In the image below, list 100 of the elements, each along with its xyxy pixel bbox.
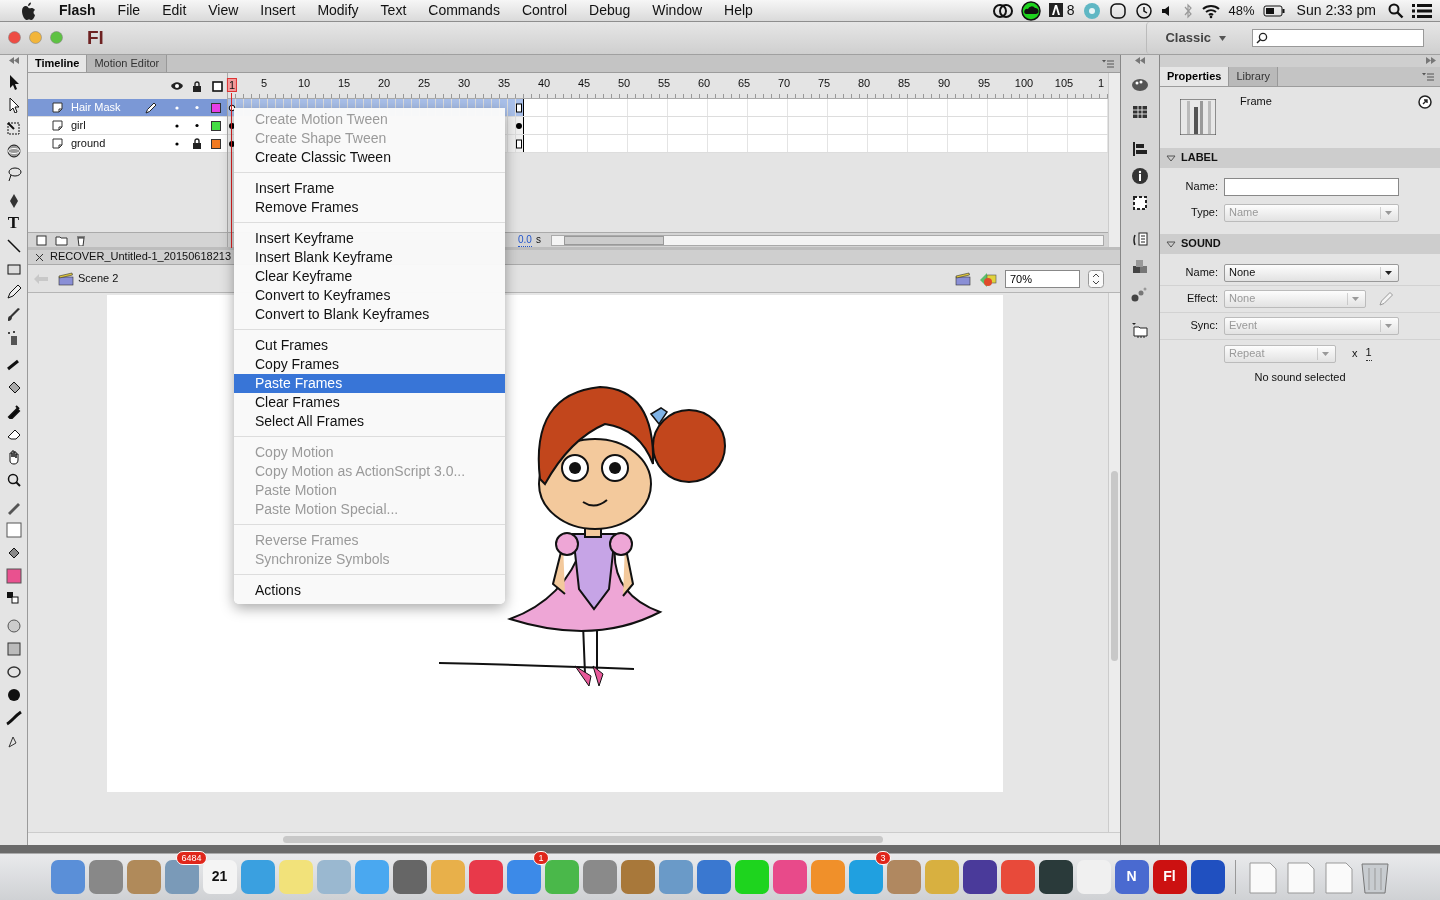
- app-icon[interactable]: [1190, 859, 1225, 894]
- layer-name[interactable]: ground: [71, 136, 167, 151]
- lock-icon[interactable]: [192, 80, 202, 92]
- menu-item[interactable]: Actions: [234, 581, 505, 600]
- app-icon[interactable]: N: [1114, 859, 1149, 894]
- close-button[interactable]: [8, 31, 21, 45]
- menu-item[interactable]: Clear Frames: [234, 393, 505, 412]
- bluetooth-icon[interactable]: [1182, 2, 1193, 19]
- menu-item[interactable]: Window: [641, 2, 714, 19]
- menu-item[interactable]: Create Classic Tween: [234, 148, 505, 167]
- menu-item[interactable]: Flash: [48, 2, 107, 19]
- collapse-icon[interactable]: [1135, 57, 1145, 64]
- transform-icon[interactable]: [5, 120, 22, 136]
- align-icon[interactable]: [1131, 140, 1149, 158]
- menu-item[interactable]: File: [106, 2, 152, 19]
- elapsed-time[interactable]: 0.0: [518, 233, 532, 247]
- menu-item[interactable]: Convert to Blank Keyframes: [234, 305, 505, 324]
- lasso-icon[interactable]: [5, 166, 22, 182]
- stage-scrollbar[interactable]: [28, 832, 1120, 845]
- sphere-icon[interactable]: [5, 143, 22, 159]
- menu-item[interactable]: View: [197, 2, 250, 19]
- menu-item[interactable]: Insert Blank Keyframe: [234, 248, 505, 267]
- panel-tab[interactable]: Motion Editor: [87, 55, 168, 72]
- menu-item[interactable]: Edit: [151, 2, 198, 19]
- playhead[interactable]: 1: [226, 78, 238, 92]
- menu-item[interactable]: Debug: [578, 2, 642, 19]
- search-icon[interactable]: [1388, 2, 1404, 19]
- straighten-icon[interactable]: [5, 664, 22, 680]
- zoom-icon[interactable]: [5, 472, 22, 488]
- menu-item[interactable]: Convert to Keyframes: [234, 286, 505, 305]
- brush-icon[interactable]: [5, 710, 22, 726]
- panel-tab[interactable]: Timeline: [28, 55, 88, 72]
- transform-icon[interactable]: [1131, 194, 1149, 212]
- swap-colors-icon[interactable]: [5, 591, 22, 607]
- menu-item[interactable]: Text: [369, 2, 418, 19]
- new-layer-icon[interactable]: [36, 234, 47, 246]
- search-field[interactable]: [1252, 29, 1424, 47]
- close-icon[interactable]: [36, 253, 43, 261]
- outline-icon[interactable]: [212, 80, 223, 92]
- menu-item[interactable]: Insert Frame: [234, 179, 505, 198]
- panel-tab[interactable]: Library: [1229, 67, 1279, 86]
- info-icon[interactable]: [1131, 167, 1149, 185]
- end-frame-marker[interactable]: [515, 139, 523, 149]
- rectangle-icon[interactable]: [5, 261, 22, 277]
- panel-tab[interactable]: Properties: [1160, 67, 1230, 86]
- menu-item[interactable]: Remove Frames: [234, 198, 505, 217]
- app-icon[interactable]: [392, 859, 427, 894]
- app-icon[interactable]: 21: [202, 859, 237, 894]
- section-header[interactable]: SOUND: [1160, 234, 1440, 254]
- pencil-icon[interactable]: [5, 284, 22, 300]
- stage-scrollbar[interactable]: [1108, 293, 1120, 832]
- stroke-swatch-icon[interactable]: [5, 522, 22, 538]
- clapperboard-icon[interactable]: [955, 271, 971, 286]
- trash-icon[interactable]: [76, 234, 86, 246]
- end-frame-marker[interactable]: [515, 103, 523, 113]
- scene-name[interactable]: Scene 2: [78, 271, 119, 286]
- layer-row[interactable]: girl: [28, 117, 227, 135]
- code-icon[interactable]: [1131, 231, 1149, 249]
- text-tool[interactable]: T: [7, 214, 20, 232]
- menu-item[interactable]: Copy Frames: [234, 355, 505, 374]
- menu-item[interactable]: Insert Keyframe: [234, 229, 505, 248]
- cubes-icon[interactable]: [1131, 258, 1149, 276]
- menu-item[interactable]: Commands: [417, 2, 511, 19]
- stepper-icon[interactable]: [1088, 269, 1104, 288]
- menu-item[interactable]: Paste Frames: [234, 374, 505, 393]
- timeline-scrollbar[interactable]: [550, 234, 1104, 246]
- app-icon[interactable]: [1038, 859, 1073, 894]
- text-field[interactable]: [1224, 178, 1399, 196]
- battery-icon[interactable]: [1262, 4, 1285, 17]
- eyedropper-icon[interactable]: [5, 403, 22, 419]
- dropdown[interactable]: None: [1224, 263, 1399, 282]
- eye-icon[interactable]: [170, 81, 184, 91]
- zoom-field[interactable]: 70%: [1005, 269, 1080, 288]
- layer-color-swatch[interactable]: [211, 120, 221, 131]
- app-icon[interactable]: Fl: [1152, 859, 1187, 894]
- lock-icon[interactable]: [190, 138, 204, 149]
- menu-item[interactable]: Select All Frames: [234, 412, 505, 431]
- layer-color-swatch[interactable]: [211, 138, 221, 149]
- library-icon[interactable]: [1131, 322, 1149, 340]
- section-header[interactable]: LABEL: [1160, 148, 1440, 168]
- menu-item[interactable]: Modify: [306, 2, 370, 19]
- panel-menu-icon[interactable]: [1102, 60, 1114, 68]
- fill-swatch-icon[interactable]: [5, 568, 22, 584]
- document-tab[interactable]: RECOVER_Untitled-1_20150618213: [50, 250, 231, 264]
- menu-item[interactable]: Help: [713, 2, 764, 19]
- end-frame-marker[interactable]: [515, 121, 523, 131]
- layer-color-swatch[interactable]: [211, 102, 221, 113]
- swatches-icon[interactable]: [1131, 103, 1149, 121]
- layer-name[interactable]: girl: [71, 118, 167, 133]
- clock[interactable]: Sun 2:33 pm: [1296, 2, 1376, 19]
- menu-item[interactable]: Clear Keyframe: [234, 267, 505, 286]
- menu-item[interactable]: Cut Frames: [234, 336, 505, 355]
- line-icon[interactable]: [5, 238, 22, 254]
- link-icon[interactable]: [1418, 95, 1432, 109]
- layer-row[interactable]: ground: [28, 135, 227, 153]
- timeline-scrollbar[interactable]: [1108, 73, 1120, 247]
- panel-menu-icon[interactable]: [1422, 73, 1434, 81]
- apple-icon[interactable]: [20, 1, 36, 20]
- palette-icon[interactable]: [1131, 76, 1149, 94]
- wifi-icon[interactable]: [1200, 2, 1221, 19]
